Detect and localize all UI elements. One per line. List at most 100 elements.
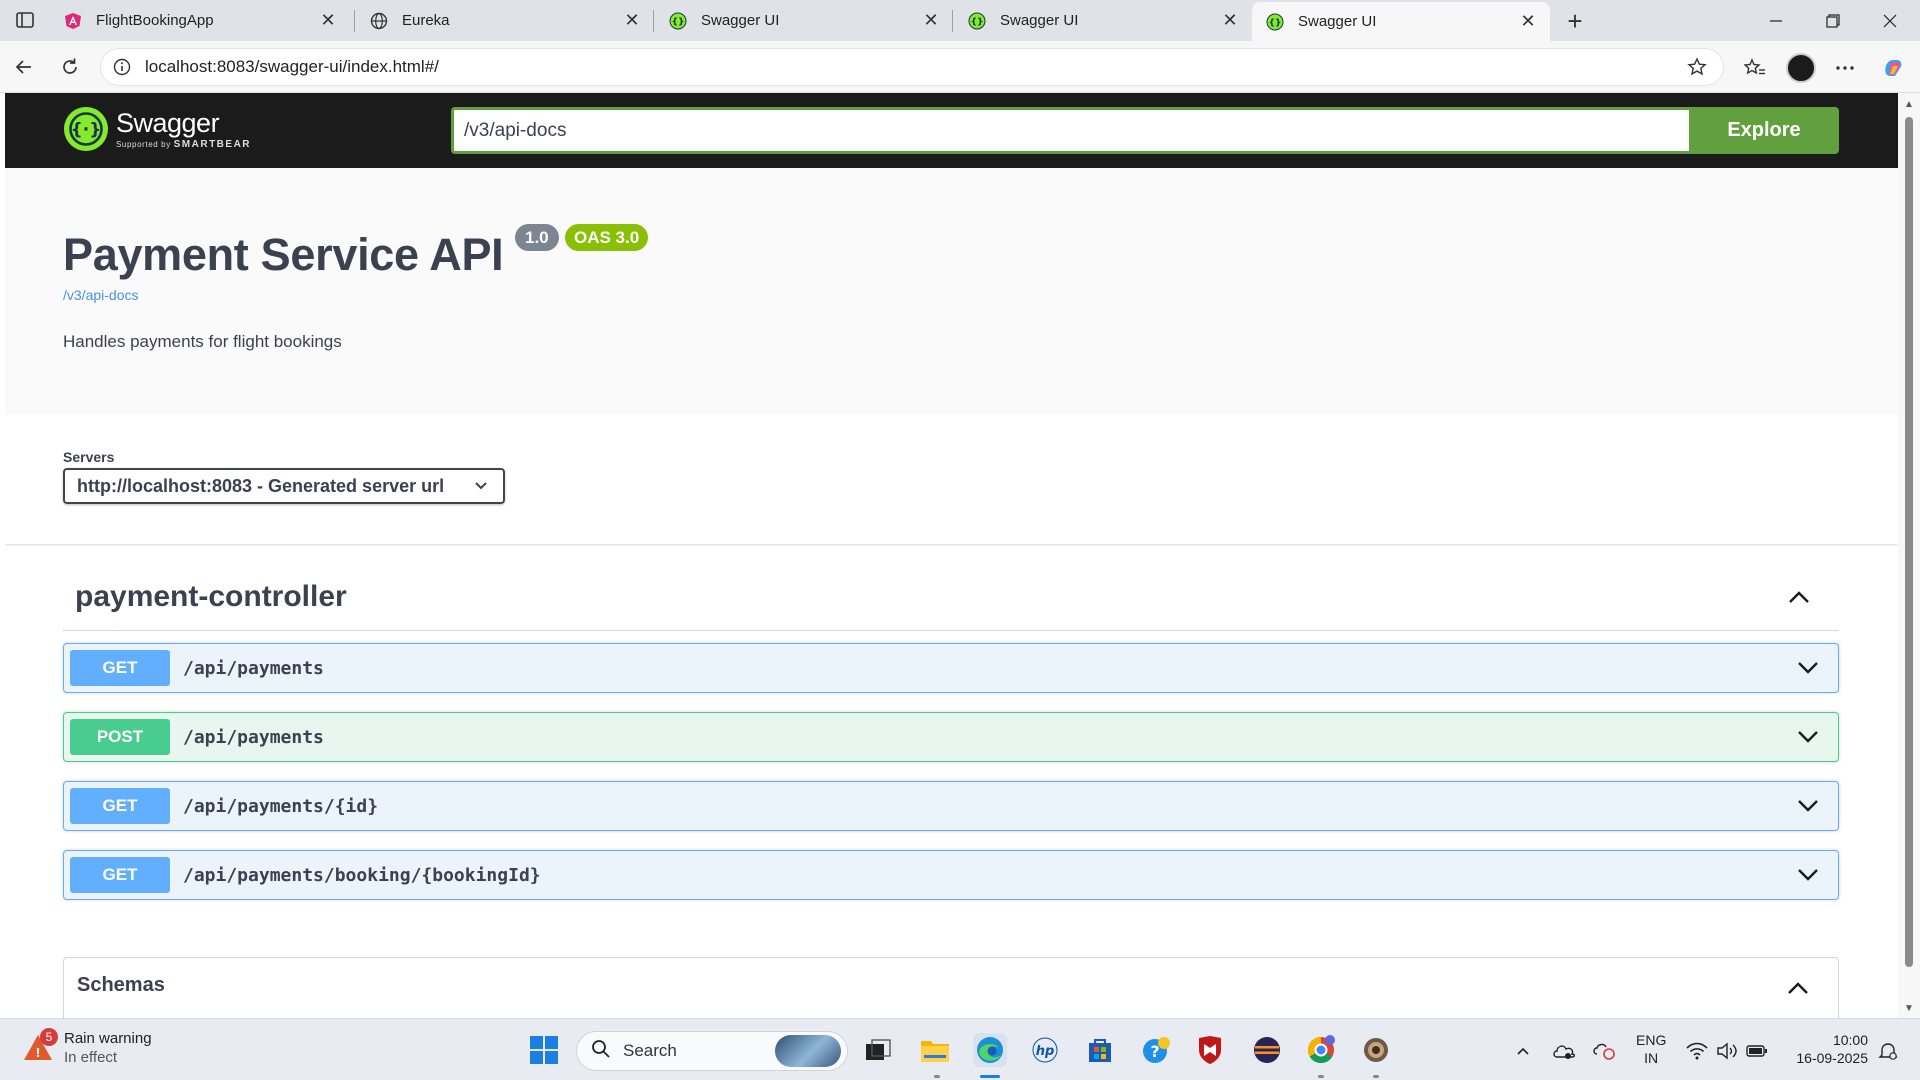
search-label: Search (623, 1041, 677, 1060)
tab-actions-icon[interactable] (12, 8, 38, 32)
browser-tab-strip: FlightBookingApp ✕ Eureka ✕ {} Swagger U… (0, 0, 1920, 41)
chevron-down-icon[interactable] (1788, 648, 1828, 688)
spec-link[interactable]: /v3/api-docs (63, 287, 138, 303)
battery-icon[interactable] (1744, 1037, 1770, 1065)
clock-time: 10:00 (1832, 1032, 1868, 1048)
api-description: Handles payments for flight bookings (63, 332, 342, 351)
operation-post-payments[interactable]: POST /api/payments (63, 712, 1839, 762)
method-badge: POST (70, 719, 170, 755)
edge-icon[interactable] (973, 1033, 1007, 1067)
spec-url-input[interactable]: /v3/api-docs (451, 107, 1695, 154)
address-url[interactable]: localhost:8083/swagger-ui/index.html#/ (145, 57, 1683, 77)
mcafee-icon[interactable] (1193, 1033, 1227, 1067)
close-tab-icon[interactable]: ✕ (921, 10, 941, 31)
browser-tab-swagger-active[interactable]: {} Swagger UI ✕ (1252, 2, 1550, 41)
profile-avatar[interactable] (1786, 53, 1816, 83)
page-viewport: {·} Swagger Supported by SMARTBEAR /v3/a… (5, 93, 1898, 1018)
version-badge: 1.0 (515, 224, 559, 251)
operation-get-payment-by-id[interactable]: GET /api/payments/{id} (63, 781, 1839, 831)
close-window-icon[interactable] (1863, 0, 1917, 41)
browser-tab-swagger-1[interactable]: {} Swagger UI ✕ (655, 0, 953, 41)
chrome-icon[interactable] (1304, 1033, 1338, 1067)
notifications-icon[interactable] (1874, 1037, 1902, 1065)
microsoft-store-icon[interactable] (1083, 1033, 1117, 1067)
minimize-icon[interactable] (1749, 0, 1803, 41)
tag-header-payment-controller[interactable]: payment-controller (63, 563, 1839, 631)
svg-text:{·}: {·} (71, 120, 102, 140)
weather-title: Rain warning (64, 1030, 152, 1047)
windows-start-icon[interactable] (527, 1033, 561, 1067)
close-tab-icon[interactable]: ✕ (1518, 11, 1538, 32)
scroll-up-icon[interactable]: ▲ (1904, 99, 1914, 110)
tab-title: Eureka (402, 12, 450, 29)
copilot-icon[interactable] (1878, 53, 1908, 83)
refresh-icon[interactable] (56, 53, 84, 81)
site-info-icon[interactable] (111, 56, 133, 78)
swagger-icon: {} (669, 12, 687, 30)
language-indicator[interactable]: ENG IN (1636, 1031, 1666, 1067)
restore-icon[interactable] (1806, 0, 1860, 41)
explore-button[interactable]: Explore (1689, 107, 1839, 154)
volume-icon[interactable] (1714, 1037, 1740, 1065)
taskbar-search[interactable]: Search (576, 1031, 848, 1071)
operation-path: /api/payments/{id} (183, 795, 379, 817)
app-icon[interactable] (1359, 1033, 1393, 1067)
hp-icon[interactable]: hp (1028, 1033, 1062, 1067)
tab-separator (354, 10, 355, 32)
api-info: Payment Service API 1.0 OAS 3.0 /v3/api-… (5, 168, 1898, 414)
chevron-up-icon[interactable] (1512, 1037, 1534, 1065)
servers-section: Servers http://localhost:8083 - Generate… (5, 414, 1898, 544)
eclipse-icon[interactable] (1250, 1033, 1284, 1067)
svg-text:?: ? (1150, 1042, 1159, 1061)
tab-separator (952, 10, 953, 32)
tab-title: Swagger UI (701, 12, 780, 29)
running-indicator (1318, 1075, 1324, 1078)
weather-warning-icon: ! 5 (22, 1028, 58, 1064)
weather-subtitle: In effect (64, 1049, 118, 1066)
schemas-section[interactable]: Schemas (63, 957, 1839, 1018)
angular-icon (64, 12, 82, 30)
operation-path: /api/payments/booking/{bookingId} (183, 864, 541, 886)
tab-separator (653, 10, 654, 32)
running-indicator (1373, 1075, 1379, 1078)
close-tab-icon[interactable]: ✕ (318, 10, 338, 31)
back-icon[interactable] (10, 53, 38, 81)
onedrive-icon[interactable] (1550, 1037, 1578, 1065)
clock[interactable]: 10:00 16-09-2025 (1788, 1031, 1868, 1067)
wifi-icon[interactable] (1684, 1037, 1710, 1065)
tab-title: FlightBookingApp (96, 12, 214, 29)
favorites-icon[interactable] (1740, 53, 1770, 83)
chevron-down-icon[interactable] (1788, 855, 1828, 895)
chevron-up-icon[interactable] (1778, 968, 1818, 1008)
address-bar[interactable]: localhost:8083/swagger-ui/index.html#/ (100, 48, 1724, 86)
scroll-down-icon[interactable]: ▼ (1904, 1003, 1914, 1014)
svg-text:{}: {} (1269, 18, 1282, 28)
swagger-icon: {} (1266, 13, 1284, 31)
chevron-down-icon[interactable] (1788, 717, 1828, 757)
sync-icon[interactable] (1590, 1037, 1618, 1065)
servers-select[interactable]: http://localhost:8083 - Generated server… (63, 468, 505, 504)
favorite-star-icon[interactable] (1683, 53, 1711, 81)
swagger-logo[interactable]: {·} Swagger Supported by SMARTBEAR (64, 107, 251, 151)
browser-tab-swagger-2[interactable]: {} Swagger UI ✕ (954, 0, 1252, 41)
browser-tab-eureka[interactable]: Eureka ✕ (356, 0, 654, 41)
help-icon[interactable]: ? (1139, 1033, 1173, 1067)
task-view-icon[interactable] (861, 1033, 895, 1067)
operation-get-payments-by-booking[interactable]: GET /api/payments/booking/{bookingId} (63, 850, 1839, 900)
tag-name: payment-controller (75, 579, 347, 613)
close-tab-icon[interactable]: ✕ (1220, 10, 1240, 31)
logo-name: Swagger (116, 107, 220, 138)
oas-badge: OAS 3.0 (565, 224, 649, 251)
chevron-down-icon[interactable] (1788, 786, 1828, 826)
scrollbar-thumb[interactable] (1905, 117, 1913, 967)
weather-widget[interactable]: ! 5 Rain warning In effect (22, 1028, 152, 1067)
close-tab-icon[interactable]: ✕ (622, 10, 642, 31)
page-scrollbar[interactable]: ▲ ▼ (1898, 93, 1920, 1018)
more-options-icon[interactable] (1830, 53, 1860, 83)
chevron-up-icon[interactable] (1779, 577, 1819, 617)
operation-get-payments[interactable]: GET /api/payments (63, 643, 1839, 693)
browser-tab-flightbookingapp[interactable]: FlightBookingApp ✕ (50, 0, 350, 41)
new-tab-icon[interactable]: + (1560, 6, 1590, 36)
file-explorer-icon[interactable] (918, 1033, 952, 1067)
tab-title: Swagger UI (1000, 12, 1079, 29)
